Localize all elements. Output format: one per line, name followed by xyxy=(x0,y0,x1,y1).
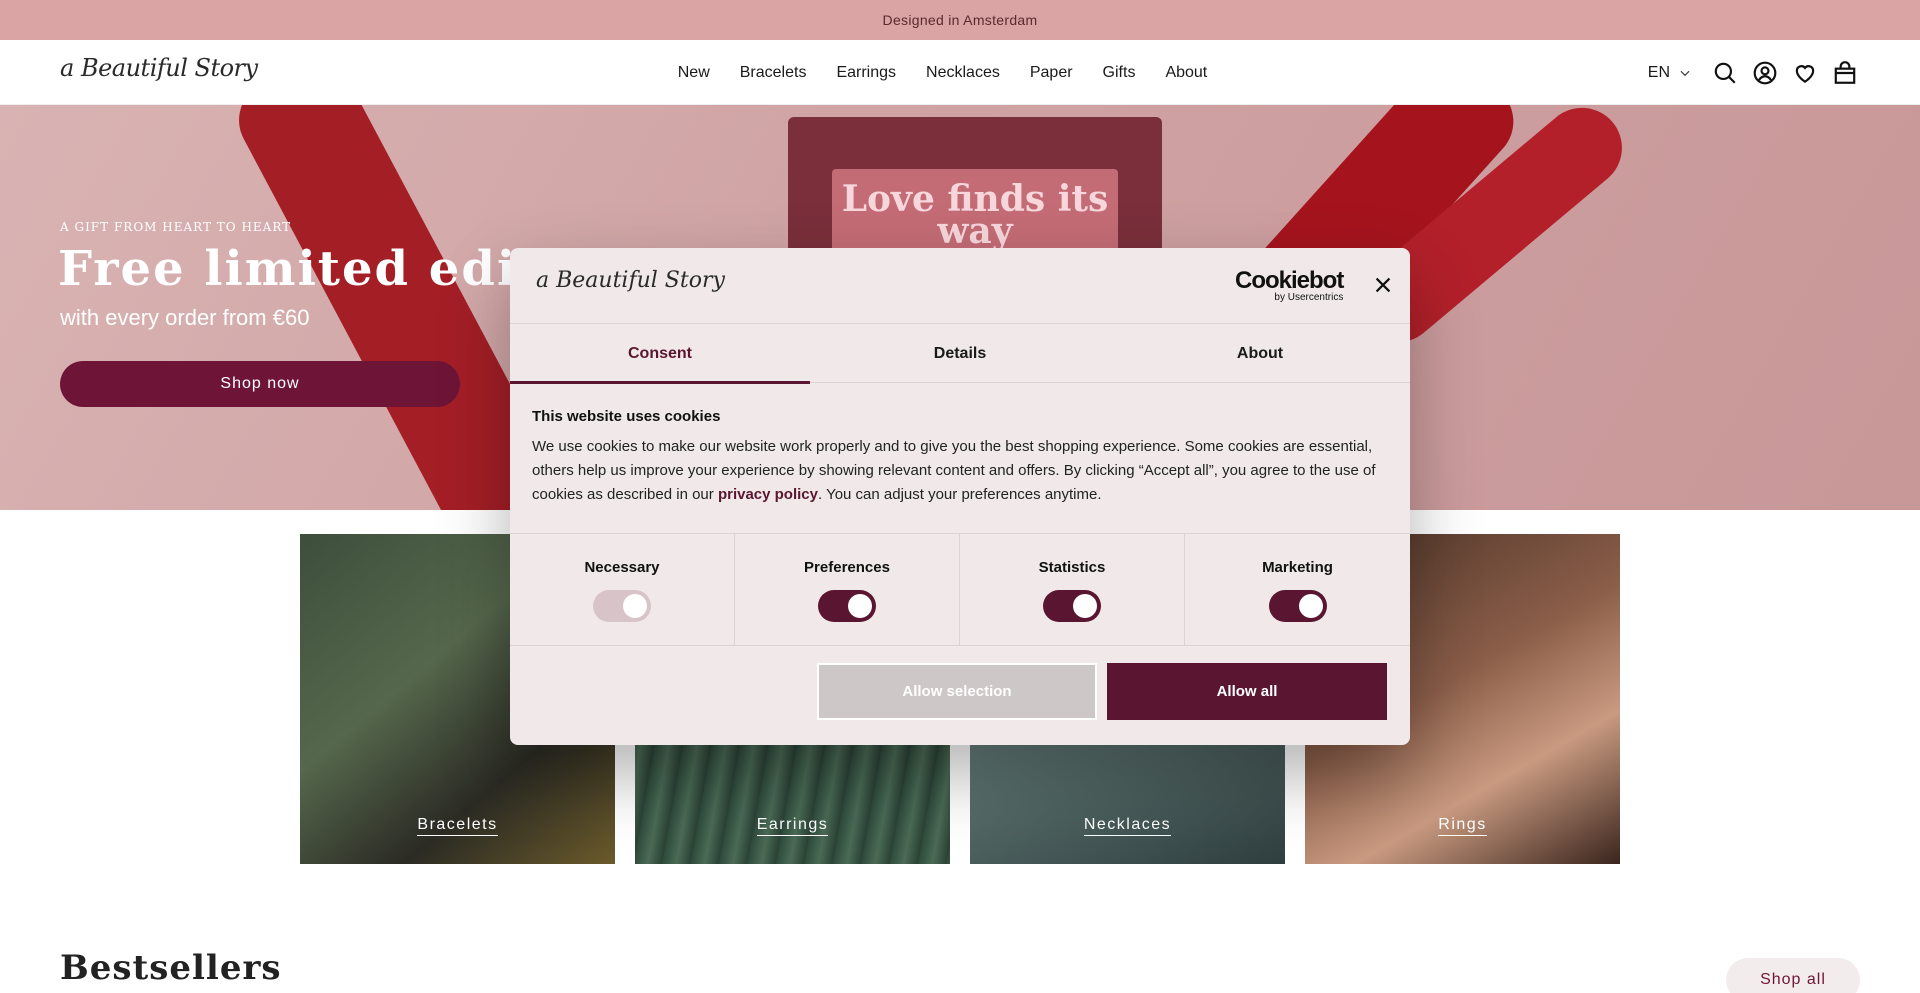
nav-item-new[interactable]: New xyxy=(678,64,710,82)
language-selector[interactable]: EN xyxy=(1648,64,1692,82)
tab-about[interactable]: About xyxy=(1110,324,1410,383)
dialog-logo: a Beautiful Story xyxy=(536,268,725,293)
announcement-text: Designed in Amsterdam xyxy=(882,12,1038,28)
heart-icon[interactable] xyxy=(1792,60,1818,86)
close-icon[interactable] xyxy=(1372,274,1394,296)
category-label: Bracelets xyxy=(417,816,498,836)
toggle-label: Preferences xyxy=(804,559,890,576)
shop-now-button[interactable]: Shop now xyxy=(60,361,460,407)
hero-kicker: A GIFT FROM HEART TO HEART xyxy=(60,220,292,234)
statistics-toggle[interactable] xyxy=(1043,590,1101,622)
site-logo[interactable]: a Beautiful Story xyxy=(60,54,258,82)
main-nav: New Bracelets Earrings Necklaces Paper G… xyxy=(0,40,1920,105)
cookiebot-logo: Cookiebot by Usercentrics xyxy=(1235,267,1344,304)
nav-item-gifts[interactable]: Gifts xyxy=(1103,64,1136,82)
necessary-toggle xyxy=(593,590,651,622)
allow-selection-button[interactable]: Allow selection xyxy=(817,663,1097,720)
announcement-bar: Designed in Amsterdam xyxy=(0,0,1920,40)
cookiebot-brand: Cookiebot xyxy=(1235,267,1344,294)
chevron-down-icon xyxy=(1680,70,1690,76)
dialog-tabs: Consent Details About xyxy=(510,324,1410,384)
dialog-actions: Allow selection Allow all xyxy=(510,646,1410,745)
cookie-consent-dialog: a Beautiful Story Cookiebot by Usercentr… xyxy=(510,248,1410,745)
nav-item-paper[interactable]: Paper xyxy=(1030,64,1073,82)
toggle-label: Statistics xyxy=(1038,559,1106,576)
tab-details[interactable]: Details xyxy=(810,324,1110,383)
toggle-label: Marketing xyxy=(1262,559,1333,576)
hero-gift-card-image: Love finds its way xyxy=(788,117,1162,269)
dialog-body: This website uses cookies We use cookies… xyxy=(532,408,1392,507)
preferences-toggle[interactable] xyxy=(818,590,876,622)
privacy-policy-link[interactable]: privacy policy xyxy=(718,486,818,503)
gift-card-text: Love finds its way xyxy=(841,178,1109,252)
account-icon[interactable] xyxy=(1752,60,1778,86)
toggle-group-marketing: Marketing xyxy=(1185,534,1410,646)
shop-all-button[interactable]: Shop all xyxy=(1726,958,1860,993)
dialog-heading: This website uses cookies xyxy=(532,408,721,425)
category-label: Necklaces xyxy=(1083,816,1172,836)
toggle-group-necessary: Necessary xyxy=(510,534,735,646)
header-actions: EN xyxy=(1648,40,1858,105)
search-icon[interactable] xyxy=(1712,60,1738,86)
dialog-header: a Beautiful Story Cookiebot by Usercentr… xyxy=(510,248,1410,324)
allow-all-button[interactable]: Allow all xyxy=(1107,663,1387,720)
category-label: Earrings xyxy=(756,816,829,836)
nav-item-about[interactable]: About xyxy=(1165,64,1207,82)
nav-item-earrings[interactable]: Earrings xyxy=(836,64,896,82)
bestsellers-title: Bestsellers xyxy=(60,948,282,988)
toggle-group-statistics: Statistics xyxy=(960,534,1185,646)
language-label: EN xyxy=(1647,63,1670,81)
tab-consent[interactable]: Consent xyxy=(510,324,810,384)
nav-item-necklaces[interactable]: Necklaces xyxy=(926,64,1000,82)
toggle-group-preferences: Preferences xyxy=(735,534,960,646)
site-header: a Beautiful Story New Bracelets Earrings… xyxy=(0,40,1920,105)
nav-item-bracelets[interactable]: Bracelets xyxy=(740,64,807,82)
category-label: Rings xyxy=(1438,816,1487,836)
dialog-description: We use cookies to make our website work … xyxy=(532,438,1376,503)
cart-bag-icon[interactable] xyxy=(1832,60,1858,86)
consent-toggles: Necessary Preferences Statistics Marketi… xyxy=(510,533,1410,646)
hero-subtitle: with every order from €60 xyxy=(60,305,310,330)
toggle-label: Necessary xyxy=(584,559,660,576)
marketing-toggle[interactable] xyxy=(1268,590,1327,622)
